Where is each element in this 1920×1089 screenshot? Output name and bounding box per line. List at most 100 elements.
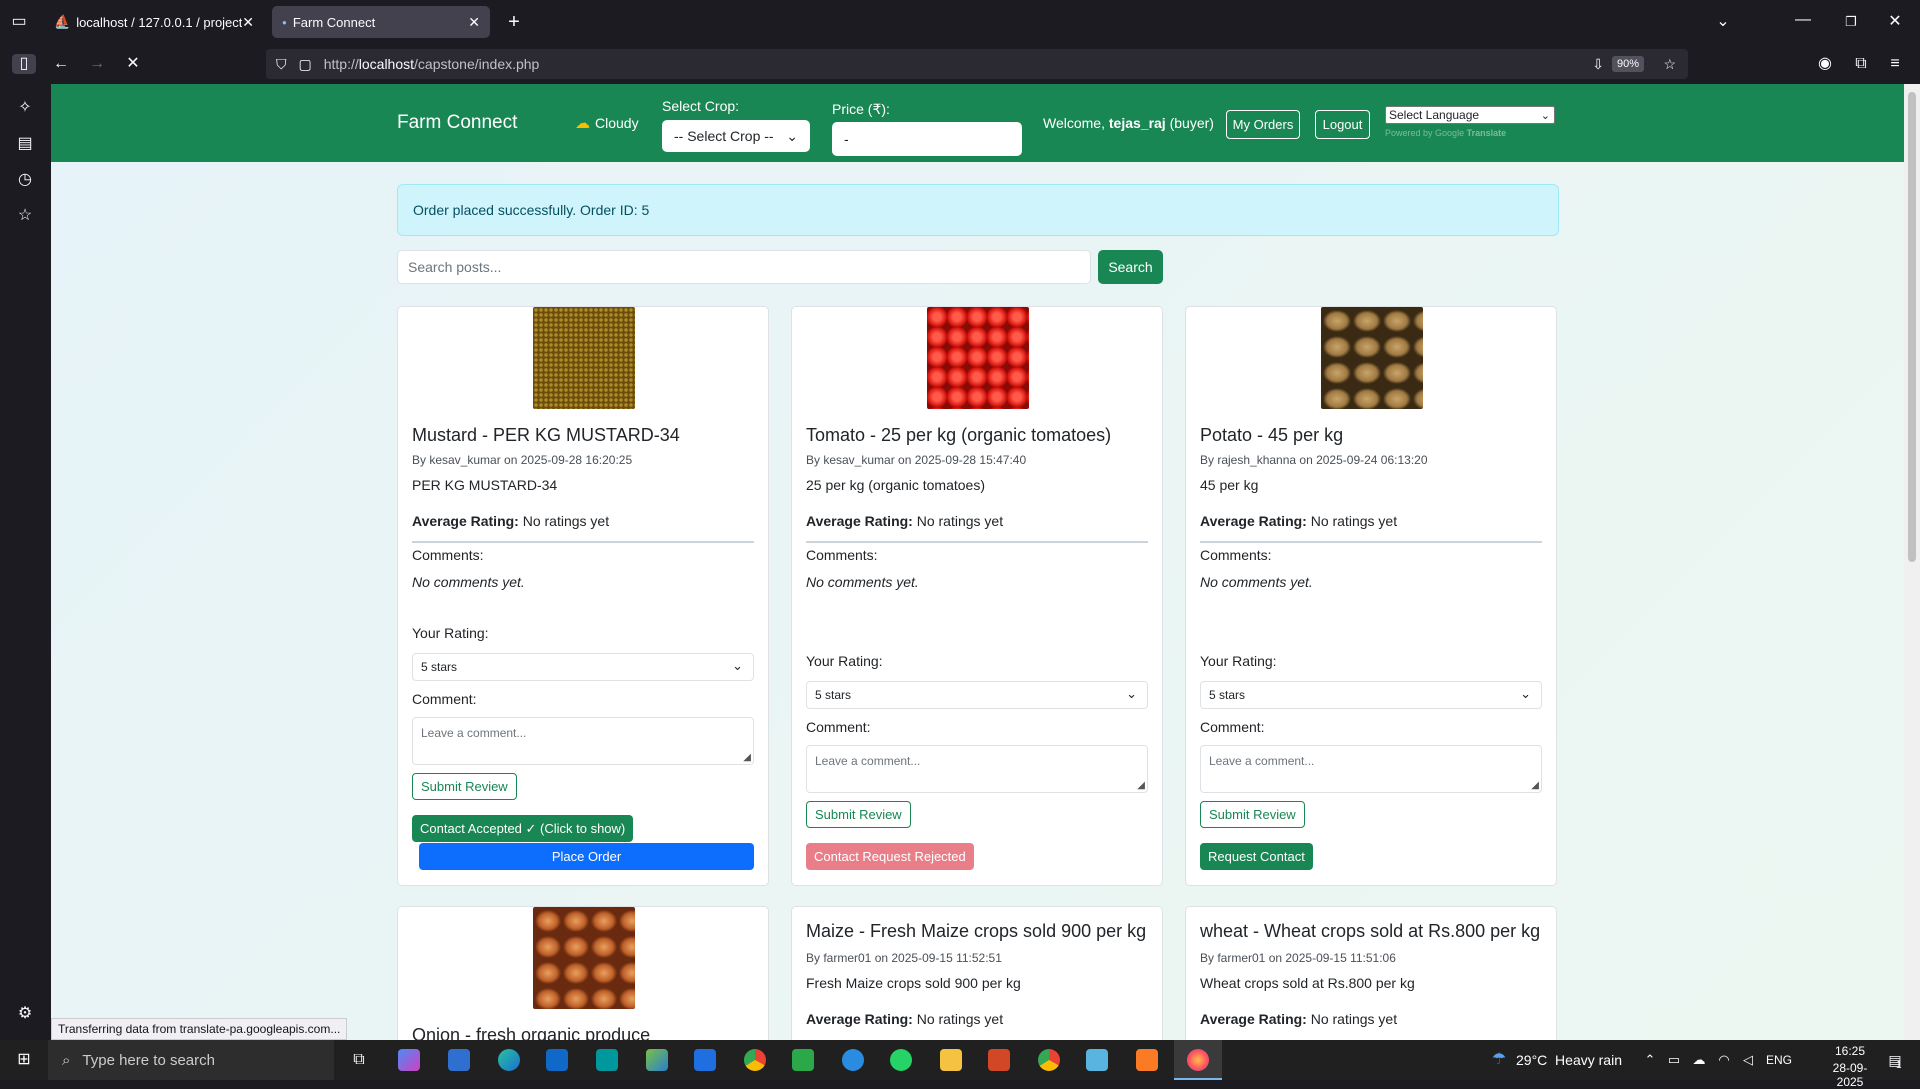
synced-tabs-icon[interactable]: ▤	[14, 134, 36, 154]
no-comments-text: No comments yet.	[412, 574, 525, 590]
post-body: Fresh Maize crops sold 900 per kg	[806, 975, 1021, 991]
xampp-icon[interactable]	[1136, 1049, 1158, 1071]
submit-review-button[interactable]: Submit Review	[1200, 801, 1305, 828]
stop-loading-icon[interactable]: ✕	[122, 54, 144, 74]
price-input[interactable]: -	[832, 122, 1022, 156]
post-title: wheat - Wheat crops sold at Rs.800 per k…	[1200, 921, 1541, 941]
close-tab-icon[interactable]: ✕	[242, 14, 254, 31]
language-indicator[interactable]: ENG	[1766, 1053, 1792, 1067]
close-tab-icon[interactable]: ✕	[468, 14, 480, 31]
file-explorer-icon[interactable]	[940, 1049, 962, 1071]
language-select[interactable]: Select Language ⌄	[1385, 106, 1555, 124]
my-orders-button[interactable]: My Orders	[1226, 110, 1300, 139]
divider	[806, 541, 1148, 543]
resize-grip-icon[interactable]: ◢	[1137, 780, 1145, 791]
history-icon[interactable]: ◷	[14, 170, 36, 190]
store-icon[interactable]	[448, 1049, 470, 1071]
url-bar[interactable]: ⛉ ▢ http://localhost/capstone/index.php …	[266, 49, 1688, 79]
post-title: Mustard - PER KG MUSTARD-34	[412, 425, 680, 445]
arduino-icon[interactable]	[596, 1049, 618, 1071]
rating-select-value: 5 stars	[421, 660, 458, 674]
meet-icon[interactable]: ▭	[1666, 1050, 1682, 1070]
powerpoint-icon[interactable]	[988, 1049, 1010, 1071]
onedrive-icon[interactable]: ☁	[1690, 1050, 1708, 1070]
logout-button[interactable]: Logout	[1315, 110, 1370, 139]
app-3-icon[interactable]	[694, 1049, 716, 1071]
taskbar-weather[interactable]: 29°C Heavy rain	[1516, 1052, 1622, 1068]
list-all-tabs-icon[interactable]: ⌄	[1712, 12, 1734, 32]
weather-text: Cloudy	[595, 115, 639, 131]
minimize-icon[interactable]: —	[1792, 10, 1814, 30]
chevron-down-icon: ⌄	[1126, 686, 1137, 701]
new-tab-icon[interactable]: +	[503, 12, 525, 32]
place-order-button[interactable]: Place Order	[419, 843, 754, 870]
app-sync-icon[interactable]	[842, 1049, 864, 1071]
bookmark-star-icon[interactable]: ☆	[1663, 56, 1676, 73]
firefox-taskbar-button[interactable]	[1174, 1040, 1222, 1080]
tab-phpmyadmin[interactable]: ⛵ localhost / 127.0.0.1 / project / ... …	[44, 6, 264, 38]
comment-textarea[interactable]: Leave a comment... ◢	[412, 717, 754, 765]
divider	[412, 541, 754, 543]
sidebar-settings-icon[interactable]: ⚙	[14, 1004, 36, 1024]
search-button[interactable]: Search	[1098, 250, 1163, 284]
menu-icon[interactable]: ≡	[1884, 54, 1906, 74]
back-icon[interactable]: ←	[50, 54, 72, 74]
copilot-icon[interactable]	[398, 1049, 420, 1071]
loading-dot-icon: ●	[282, 17, 287, 27]
account-icon[interactable]: ◉	[1814, 54, 1836, 74]
scrollbar-thumb[interactable]	[1908, 92, 1916, 562]
clock-time[interactable]: 16:25	[1820, 1044, 1880, 1058]
close-window-icon[interactable]: ✕	[1884, 12, 1906, 32]
extensions-icon[interactable]: ⧉	[1850, 54, 1872, 74]
request-contact-button[interactable]: Request Contact	[1200, 843, 1313, 870]
taskbar-search-box[interactable]: ⌕ Type here to search	[48, 1040, 334, 1080]
post-card-potato: Potato - 45 per kg By rajesh_khanna on 2…	[1185, 306, 1557, 886]
resize-grip-icon[interactable]: ◢	[743, 752, 751, 763]
tab-list-icon[interactable]: ▭	[8, 12, 30, 32]
app-icon[interactable]	[646, 1049, 668, 1071]
post-title: Potato - 45 per kg	[1200, 425, 1344, 445]
edge-icon[interactable]	[498, 1049, 520, 1071]
brand-title[interactable]: Farm Connect	[397, 112, 517, 134]
submit-review-button[interactable]: Submit Review	[412, 773, 517, 800]
search-input[interactable]: Search posts...	[397, 250, 1091, 284]
windows-start-icon[interactable]: ⊞	[12, 1050, 36, 1070]
page-scrollbar[interactable]	[1904, 84, 1920, 1040]
resize-grip-icon[interactable]: ◢	[1531, 780, 1539, 791]
chrome-icon[interactable]	[744, 1049, 766, 1071]
your-rating-label: Your Rating:	[412, 625, 489, 641]
contact-rejected-button[interactable]: Contact Request Rejected	[806, 843, 974, 870]
page-content: Farm Connect ☁ Cloudy Select Crop: -- Se…	[51, 84, 1904, 1040]
rating-select[interactable]: 5 stars ⌄	[1200, 681, 1542, 709]
chrome-profile-icon[interactable]	[1038, 1049, 1060, 1071]
weather-icon[interactable]: ☂	[1488, 1050, 1510, 1070]
comment-textarea[interactable]: Leave a comment... ◢	[806, 745, 1148, 793]
wifi-icon[interactable]: ◠	[1716, 1050, 1732, 1070]
whatsapp-icon[interactable]	[890, 1049, 912, 1071]
clock-date[interactable]: 28-09-2025	[1820, 1061, 1880, 1089]
comment-textarea[interactable]: Leave a comment... ◢	[1200, 745, 1542, 793]
welcome-text: Welcome, tejas_raj (buyer)	[1043, 115, 1214, 131]
task-view-icon[interactable]: ⧉	[348, 1050, 370, 1070]
app-files-icon[interactable]	[1086, 1049, 1108, 1071]
rating-select[interactable]: 5 stars ⌄	[412, 653, 754, 681]
forward-icon[interactable]: →	[86, 54, 108, 74]
sidebar-toggle-icon[interactable]: ▯	[12, 54, 36, 74]
submit-review-button[interactable]: Submit Review	[806, 801, 911, 828]
bookmarks-icon[interactable]: ☆	[14, 206, 36, 226]
crop-select[interactable]: -- Select Crop -- ⌄	[662, 120, 810, 152]
save-page-icon[interactable]: ⇩	[1592, 56, 1604, 73]
comment-label: Comment:	[412, 691, 477, 707]
restore-icon[interactable]: ❐	[1840, 12, 1862, 32]
post-card-wheat: wheat - Wheat crops sold at Rs.800 per k…	[1185, 906, 1557, 1040]
ai-chat-icon[interactable]: ✧	[14, 98, 36, 118]
contact-accepted-button[interactable]: Contact Accepted ✓ (Click to show)	[412, 815, 634, 842]
app-green-icon[interactable]	[792, 1049, 814, 1071]
volume-icon[interactable]: ◁	[1740, 1050, 1756, 1070]
outlook-icon[interactable]	[546, 1049, 568, 1071]
show-hidden-icons-icon[interactable]: ⌃	[1642, 1050, 1658, 1070]
rating-select[interactable]: 5 stars ⌄	[806, 681, 1148, 709]
google-translate-credit: Powered by Google Translate	[1385, 128, 1507, 138]
tab-farm-connect[interactable]: ● Farm Connect ✕	[272, 6, 490, 38]
zoom-badge[interactable]: 90%	[1611, 56, 1644, 72]
